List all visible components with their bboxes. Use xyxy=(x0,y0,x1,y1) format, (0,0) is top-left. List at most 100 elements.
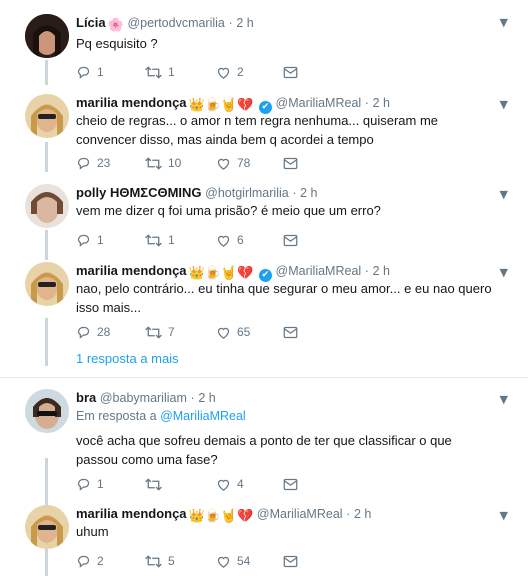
tweet-text: você acha que sofreu demais a ponto de t… xyxy=(76,433,452,467)
show-more-replies-link[interactable]: 1 resposta a mais xyxy=(76,351,179,366)
reply-count: 1 xyxy=(97,64,104,79)
tweet-header: marilia mendonça 👑🍺🤘💔 ✔ @MariliaMReal · 2… xyxy=(76,94,390,114)
retweet-button[interactable]: 1 xyxy=(145,230,175,248)
reply-button[interactable]: 23 xyxy=(76,153,110,171)
thread-line xyxy=(45,60,48,85)
tweet-actions: 14 xyxy=(76,474,316,492)
tweet-text: vem me dizer q foi uma prisão? é meio qu… xyxy=(76,203,381,218)
retweet-button[interactable]: 7 xyxy=(145,322,175,340)
display-name[interactable]: marilia mendonça xyxy=(76,506,187,521)
tweet-header: marilia mendonça 👑🍺🤘💔 @MariliaMReal · 2 h xyxy=(76,505,371,523)
tweet-marilia-1[interactable]: marilia mendonça 👑🍺🤘💔 ✔ @MariliaMReal · 2… xyxy=(0,94,528,174)
caret-down-icon[interactable]: ▼ xyxy=(500,98,508,111)
reply-icon xyxy=(76,233,91,247)
retweet-button[interactable]: 5 xyxy=(145,551,175,569)
reply-button[interactable]: 1 xyxy=(76,474,104,492)
tweet-actions: 2 5 54 xyxy=(76,551,316,569)
avatar[interactable] xyxy=(25,184,69,228)
separator-dot: · xyxy=(364,96,369,110)
timestamp[interactable]: 2 h xyxy=(236,16,253,30)
retweet-icon xyxy=(145,325,162,339)
caret-down-icon[interactable]: ▼ xyxy=(500,16,508,29)
message-icon xyxy=(283,65,298,79)
avatar[interactable] xyxy=(25,505,69,549)
username[interactable]: @hotgirlmarilia xyxy=(205,186,289,200)
like-count: 2 xyxy=(237,64,244,79)
username[interactable]: @babymariliam xyxy=(100,391,187,405)
caret-down-icon[interactable]: ▼ xyxy=(500,393,508,406)
tweet-text: cheio de regras... o amor n tem regra ne… xyxy=(76,113,439,147)
retweet-count: 10 xyxy=(168,155,182,170)
caret-down-icon[interactable]: ▼ xyxy=(500,509,508,522)
tweet-licia[interactable]: Lícia 🌸 @pertodvcmarilia · 2 h ▼ Pq esqui… xyxy=(0,12,528,82)
display-name[interactable]: marilia mendonça xyxy=(76,95,187,110)
timestamp[interactable]: 2 h xyxy=(373,96,390,110)
username[interactable]: @pertodvcmarilia xyxy=(127,16,224,30)
retweet-icon xyxy=(145,233,162,247)
separator-dot: · xyxy=(292,186,297,200)
message-button[interactable] xyxy=(283,322,298,340)
reply-count: 2 xyxy=(97,553,104,568)
reply-button[interactable]: 1 xyxy=(76,230,104,248)
tweet-header: polly HΘMΣCΘMING @hotgirlmarilia · 2 h xyxy=(76,184,318,202)
like-icon xyxy=(216,65,231,80)
like-count: 6 xyxy=(237,232,244,247)
like-button[interactable]: 2 xyxy=(216,62,244,80)
timestamp[interactable]: 2 h xyxy=(354,507,371,521)
message-icon xyxy=(283,325,298,339)
like-icon xyxy=(216,477,231,492)
timestamp[interactable]: 2 h xyxy=(300,186,317,200)
username[interactable]: @MariliaMReal xyxy=(276,96,362,110)
reply-icon xyxy=(76,156,91,170)
reply-icon xyxy=(76,477,91,491)
like-count: 54 xyxy=(237,553,251,568)
display-name[interactable]: marilia mendonça xyxy=(76,263,187,278)
message-button[interactable] xyxy=(283,153,298,171)
like-button[interactable]: 4 xyxy=(216,474,244,492)
message-button[interactable] xyxy=(283,230,298,248)
tweet-actions: 1 1 6 xyxy=(76,230,316,248)
reply-button[interactable]: 1 xyxy=(76,62,104,80)
like-button[interactable]: 65 xyxy=(216,322,250,340)
retweet-button[interactable]: 1 xyxy=(145,62,175,80)
separator-dot: · xyxy=(190,391,195,405)
username[interactable]: @MariliaMReal xyxy=(276,264,362,278)
reply-icon xyxy=(76,554,91,568)
like-button[interactable]: 6 xyxy=(216,230,244,248)
retweet-button[interactable] xyxy=(145,474,168,492)
like-icon xyxy=(216,554,231,569)
retweet-icon xyxy=(145,156,162,170)
reply-count: 23 xyxy=(97,155,111,170)
retweet-button[interactable]: 10 xyxy=(145,153,181,171)
message-button[interactable] xyxy=(283,474,298,492)
tweet-polly[interactable]: polly HΘMΣCΘMING @hotgirlmarilia · 2 h ▼… xyxy=(0,184,528,254)
reply-to-link[interactable]: @MariliaMReal xyxy=(160,409,246,423)
message-button[interactable] xyxy=(283,62,298,80)
tweet-actions: 28 7 65 xyxy=(76,322,316,340)
tweet-marilia-3[interactable]: marilia mendonça 👑🍺🤘💔 @MariliaMReal · 2 h… xyxy=(0,505,528,575)
message-icon xyxy=(283,156,298,170)
avatar[interactable] xyxy=(25,389,69,433)
reply-button[interactable]: 2 xyxy=(76,551,104,569)
timestamp[interactable]: 2 h xyxy=(373,264,390,278)
tweet-bra[interactable]: bra @babymariliam · 2 h ▼ Em resposta a … xyxy=(0,389,528,499)
reply-button[interactable]: 28 xyxy=(76,322,110,340)
username[interactable]: @MariliaMReal xyxy=(257,507,343,521)
caret-down-icon[interactable]: ▼ xyxy=(500,266,508,279)
avatar[interactable] xyxy=(25,262,69,306)
tweet-actions: 1 1 2 xyxy=(76,62,316,80)
display-name[interactable]: bra xyxy=(76,390,96,405)
caret-down-icon[interactable]: ▼ xyxy=(500,188,508,201)
timestamp[interactable]: 2 h xyxy=(198,391,215,405)
like-count: 65 xyxy=(237,324,251,339)
avatar[interactable] xyxy=(25,14,69,58)
display-name[interactable]: Lícia xyxy=(76,15,106,30)
like-icon xyxy=(216,325,231,340)
reply-icon xyxy=(76,65,91,79)
message-button[interactable] xyxy=(283,551,298,569)
tweet-marilia-2[interactable]: marilia mendonça 👑🍺🤘💔 ✔ @MariliaMReal · 2… xyxy=(0,262,528,342)
display-name[interactable]: polly HΘMΣCΘMING xyxy=(76,185,202,200)
avatar[interactable] xyxy=(25,94,69,138)
like-button[interactable]: 78 xyxy=(216,153,250,171)
like-button[interactable]: 54 xyxy=(216,551,250,569)
